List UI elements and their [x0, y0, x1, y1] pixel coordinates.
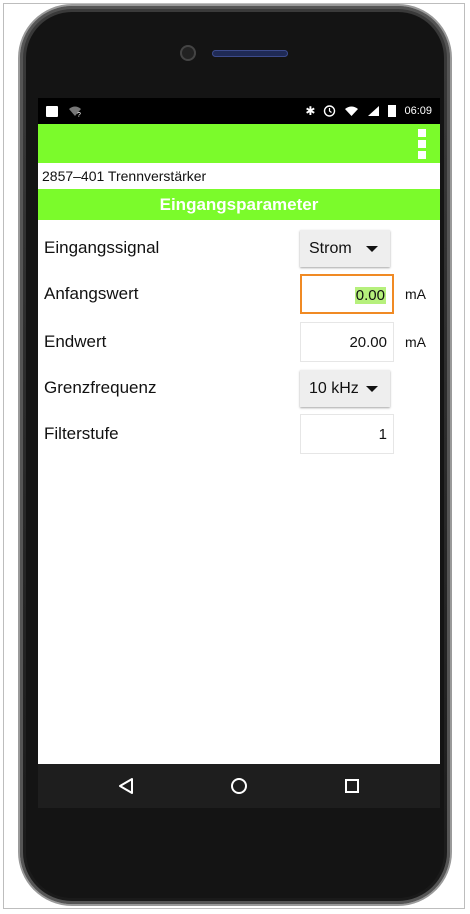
- param-label: Eingangssignal: [44, 238, 160, 257]
- battery-icon: [388, 104, 397, 117]
- image-icon: [46, 105, 58, 117]
- phone-screen: ? ✱ 06:09 2857–401 Trennverstärker Einga…: [38, 98, 440, 808]
- alarm-icon: [324, 105, 336, 117]
- anfangswert-input[interactable]: 0.00: [300, 274, 394, 314]
- caret-down-icon: [366, 386, 378, 392]
- input-value: 20.00: [349, 334, 387, 351]
- eingangssignal-dropdown[interactable]: Strom: [300, 230, 390, 267]
- recents-icon[interactable]: [332, 772, 372, 800]
- grenzfrequenz-dropdown[interactable]: 10 kHz: [300, 370, 390, 407]
- section-header: Eingangsparameter: [38, 189, 440, 220]
- filterstufe-input[interactable]: 1: [300, 414, 394, 454]
- param-label: Anfangswert: [44, 284, 139, 303]
- overflow-menu-icon[interactable]: [418, 129, 426, 159]
- input-value: 1: [378, 426, 387, 443]
- app-toolbar: [38, 124, 440, 163]
- back-icon[interactable]: [106, 772, 146, 800]
- camera-icon: [180, 45, 196, 61]
- wifi-unknown-icon: ?: [69, 106, 81, 117]
- svg-text:?: ?: [77, 112, 81, 117]
- speaker-grille: [212, 50, 288, 57]
- param-row-anfangswert: Anfangswert 0.00 mA: [38, 272, 440, 316]
- param-row-filterstufe: Filterstufe 1: [38, 412, 440, 456]
- param-row-eingangssignal: Eingangssignal Strom: [38, 226, 440, 270]
- param-label: Grenzfrequenz: [44, 378, 157, 397]
- endwert-input[interactable]: 20.00: [300, 322, 394, 362]
- device-title: 2857–401 Trennverstärker: [42, 168, 207, 184]
- param-label: Endwert: [44, 332, 107, 351]
- input-value: 0.00: [354, 287, 386, 304]
- signal-icon: [368, 105, 380, 116]
- bluetooth-icon: ✱: [305, 103, 316, 118]
- param-label: Filterstufe: [44, 424, 119, 443]
- android-nav-bar: [38, 764, 440, 808]
- param-row-grenzfrequenz: Grenzfrequenz 10 kHz: [38, 366, 440, 410]
- dropdown-value: 10 kHz: [309, 380, 359, 397]
- caret-down-icon: [366, 246, 378, 252]
- param-row-endwert: Endwert 20.00 mA: [38, 320, 440, 364]
- dropdown-value: Strom: [309, 240, 352, 257]
- unit-label: mA: [405, 286, 426, 302]
- status-bar: ? ✱ 06:09: [38, 98, 440, 124]
- home-icon[interactable]: [219, 772, 259, 800]
- wifi-icon: [345, 106, 359, 116]
- unit-label: mA: [405, 334, 426, 350]
- status-time: 06:09: [404, 104, 432, 117]
